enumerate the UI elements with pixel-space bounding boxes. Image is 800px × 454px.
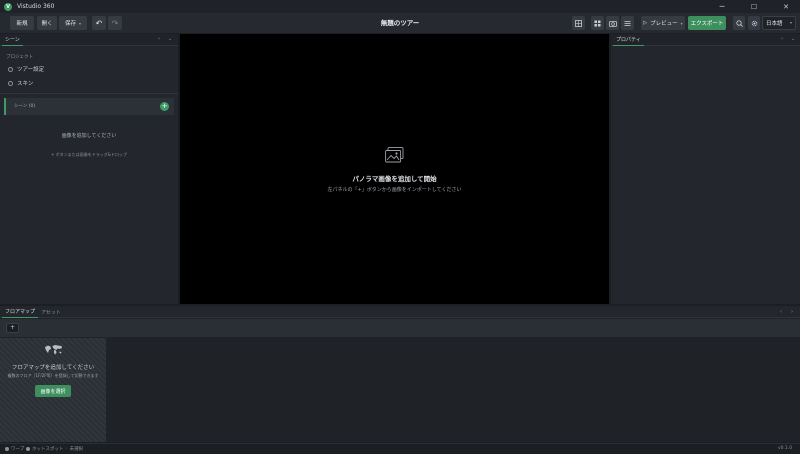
bottom-tabs: フロアマップ アセット ‹ › [0, 306, 800, 318]
status-selection-label: 未選択 [69, 447, 84, 452]
right-panel: プロパティ ‹ ⌄ [611, 34, 800, 304]
right-panel-tabs: プロパティ ‹ ⌄ [611, 34, 800, 46]
status-bar: ワープ ホットスポット ◦ 未選択 v0.1.0 [0, 443, 800, 454]
bottom-panel: フロアマップ アセット ‹ › + フロアマップを追加してください 複数のフロア… [0, 306, 800, 442]
floormap-toolbar: + [0, 319, 800, 337]
add-scene-button[interactable]: + [160, 102, 169, 111]
view-grid-button[interactable] [591, 16, 604, 30]
play-icon: ▷ [643, 20, 648, 26]
left-panel: シーン › ⌄ プロジェクト ツアー設定 スキン シーン (0) + 画像を追加… [0, 34, 178, 304]
open-label: 開く [41, 21, 53, 27]
app-name: Vistudio 360 [17, 3, 55, 10]
sidebar-item-label: スキン [17, 81, 34, 87]
sidebar-item-tour-settings[interactable]: ツアー設定 [8, 65, 44, 73]
undo-button[interactable]: ↶ [92, 16, 106, 30]
world-map-icon [45, 345, 62, 355]
layout-grid-button[interactable] [572, 16, 585, 30]
export-label: エクスポート [690, 21, 724, 27]
save-button[interactable]: 保存 ▾ [59, 16, 87, 30]
status-hotspot-label: ホットスポット [32, 447, 64, 452]
tab-scenes[interactable]: シーン [2, 34, 23, 46]
minimize-button[interactable]: ─ [708, 0, 736, 13]
search-button[interactable] [733, 16, 745, 30]
chevron-down-icon[interactable]: ⌄ [168, 36, 172, 42]
chevron-right-icon[interactable]: › [158, 36, 160, 42]
status-warp: ワープ [5, 446, 24, 452]
preview-label: プレビュー [650, 21, 678, 27]
camera-icon [608, 20, 617, 27]
list-icon [624, 20, 631, 26]
divider [0, 93, 178, 94]
language-select[interactable]: 日本語 ▾ [762, 16, 796, 30]
new-button[interactable]: 新規 [10, 16, 34, 30]
floormap-empty-card: フロアマップを追加してください 複数のフロア（1F/2F等）を登録して切替できま… [0, 338, 106, 442]
close-button[interactable]: ✕ [772, 0, 800, 13]
grid-icon [575, 19, 582, 27]
redo-icon: ↷ [111, 18, 119, 28]
viewer-empty-subtitle: 左パネルの「+」ボタンから画像をインポートしてください [327, 187, 462, 193]
floormap-empty-hint: 複数のフロア（1F/2F等）を登録して切替できます [7, 373, 99, 378]
warp-dot-icon [5, 447, 9, 451]
tab-assets[interactable]: アセット [38, 306, 64, 318]
save-label: 保存 [64, 21, 76, 27]
app-logo-icon: V [4, 2, 12, 11]
version-label: v0.1.0 [778, 446, 793, 451]
status-hotspot: ホットスポット [26, 446, 64, 452]
floormap-empty-title: フロアマップを追加してください [11, 365, 95, 371]
preview-button[interactable]: ▷ プレビュー ▾ [641, 16, 685, 30]
status-warp-label: ワープ [11, 447, 25, 452]
sidebar-item-skin[interactable]: スキン [8, 79, 33, 87]
skin-icon [8, 80, 13, 86]
hotspot-dot-icon [26, 447, 30, 451]
tab-floormap[interactable]: フロアマップ [2, 306, 39, 318]
camera-button[interactable] [606, 16, 619, 30]
gear-icon [751, 20, 757, 26]
export-button[interactable]: エクスポート [688, 16, 726, 30]
viewer-empty-title: パノラマ画像を追加して開始 [352, 175, 437, 183]
tab-properties[interactable]: プロパティ [613, 34, 644, 46]
grid-icon [594, 20, 601, 26]
chevron-down-icon: ▾ [789, 20, 792, 25]
panorama-viewer[interactable]: パノラマ画像を追加して開始 左パネルの「+」ボタンから画像をインポートしてくださ… [180, 34, 609, 304]
language-label: 日本語 [766, 21, 783, 27]
cursor-icon: ◦ [65, 446, 68, 452]
maximize-button[interactable]: ☐ [740, 0, 768, 13]
search-icon [735, 19, 743, 27]
open-button[interactable]: 開く [37, 16, 57, 30]
list-button[interactable] [621, 16, 634, 30]
chevron-left-icon[interactable]: ‹ [781, 36, 783, 42]
sidebar-item-label: ツアー設定 [17, 67, 45, 73]
chevron-down-icon: ▾ [680, 20, 683, 26]
project-section-label: プロジェクト [6, 55, 33, 60]
select-image-button[interactable]: 画像を選択 [35, 385, 71, 397]
image-icon [385, 147, 404, 163]
left-panel-tabs: シーン › ⌄ [0, 34, 178, 46]
redo-button[interactable]: ↷ [108, 16, 122, 30]
settings-icon [8, 66, 13, 72]
scenes-header: シーン (0) + [4, 98, 174, 115]
settings-button[interactable] [748, 16, 760, 30]
toolbar: 新規 開く 保存 ▾ ↶ ↷ 無題のツアー ▷ プレビュー ▾ エクスポート 日本語 … [0, 13, 800, 34]
scenes-count-label: シーン (0) [14, 104, 36, 109]
scenes-empty-title: 画像を追加してください [61, 133, 117, 139]
chevron-right-icon[interactable]: › [791, 309, 793, 315]
undo-icon: ↶ [95, 18, 103, 28]
new-label: 新規 [16, 21, 28, 27]
status-selection: ◦ 未選択 [65, 446, 84, 453]
title-bar: V Vistudio 360 ─ ☐ ✕ [0, 0, 800, 13]
chevron-down-icon[interactable]: ⌄ [791, 36, 795, 42]
scenes-empty-hint: + ボタンまたは画像をドラッグ&ドロップ [51, 152, 127, 157]
add-floor-button[interactable]: + [6, 323, 19, 333]
chevron-left-icon[interactable]: ‹ [780, 309, 782, 315]
chevron-down-icon: ▾ [79, 20, 82, 26]
